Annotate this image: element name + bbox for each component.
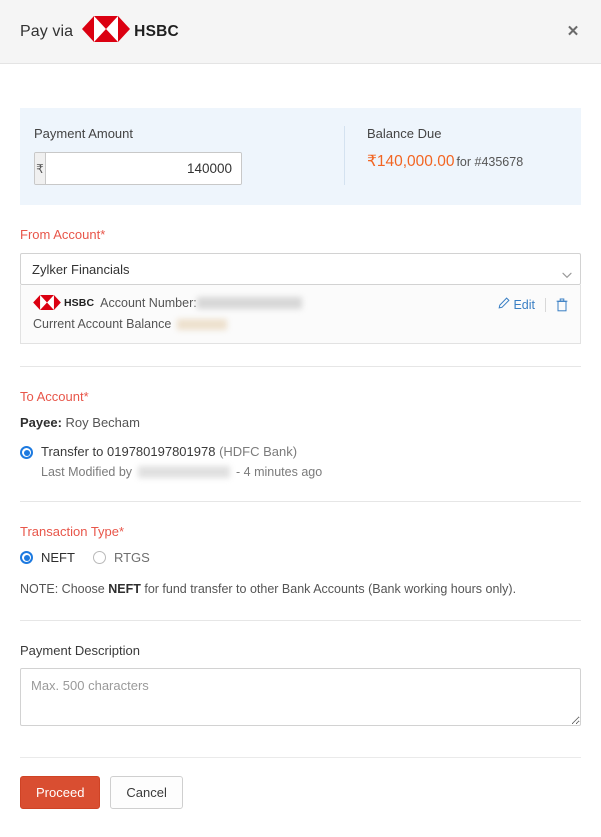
hsbc-brand-lockup: HSBC (82, 16, 179, 47)
last-modified-row: Last Modified by - 4 minutes ago (41, 465, 581, 479)
to-account-section: To Account* Payee: Roy Becham Transfer t… (20, 367, 581, 502)
transaction-type-label: Transaction Type* (20, 524, 125, 539)
balance-due-label: Balance Due (367, 126, 442, 141)
modal-footer: Proceed Cancel (20, 756, 581, 809)
account-balance-row: Current Account Balance (33, 317, 568, 331)
transaction-type-option-neft[interactable]: NEFT (20, 550, 75, 565)
from-account-section: From Account* Zylker Financials HSBC Acc… (20, 205, 581, 367)
transfer-option-row[interactable]: Transfer to 019780197801978 (HDFC Bank) (20, 444, 581, 459)
neft-radio[interactable] (20, 551, 33, 564)
chevron-down-icon (562, 266, 572, 279)
payment-description-section: Payment Description (20, 621, 581, 731)
payee-row: Payee: Roy Becham (20, 415, 581, 430)
transfer-bank-name: (HDFC Bank) (219, 444, 298, 459)
payee-name: Roy Becham (65, 415, 140, 430)
close-icon[interactable]: ✕ (562, 21, 584, 43)
last-modified-user-masked (138, 466, 231, 478)
payment-amount-label: Payment Amount (34, 126, 133, 141)
transaction-type-section: Transaction Type* NEFT RTGS NOTE: Choose… (20, 502, 581, 621)
trash-icon[interactable] (556, 298, 568, 312)
cancel-button[interactable]: Cancel (110, 775, 183, 809)
last-modified-time: - 4 minutes ago (236, 465, 323, 479)
payment-description-label: Payment Description (20, 642, 140, 658)
last-modified-label: Last Modified by (41, 465, 133, 479)
transfer-account-number: 019780197801978 (107, 444, 216, 459)
balance-due-block: Balance Due ₹140,000.00 for #435678 (344, 126, 581, 185)
account-card-actions: Edit (498, 297, 568, 312)
hsbc-wordmark: HSBC (134, 22, 179, 40)
account-number-masked-value (196, 296, 302, 309)
page-title: Pay via (20, 22, 74, 40)
from-account-label: From Account* (20, 227, 106, 242)
rtgs-radio[interactable] (92, 551, 106, 564)
payment-summary-panel: Payment Amount ₹ Balance Due ₹140,000.00… (20, 108, 581, 205)
transaction-type-option-rtgs[interactable]: RTGS (92, 550, 150, 565)
hsbc-hexagon-logo: HSBC (33, 295, 94, 310)
hsbc-wordmark: HSBC (64, 296, 95, 309)
account-number-row: HSBC Account Number: (33, 295, 568, 310)
payment-amount-block: Payment Amount ₹ (20, 126, 344, 185)
from-account-select[interactable]: Zylker Financials (20, 253, 581, 285)
pencil-icon (498, 297, 513, 312)
proceed-button[interactable]: Proceed (20, 775, 101, 809)
payment-amount-input-group: ₹ (34, 152, 242, 185)
note-prefix: NOTE: Choose (20, 582, 109, 596)
edit-account-button[interactable]: Edit (498, 297, 535, 312)
note-highlight: NEFT (108, 582, 141, 596)
account-balance-label: Current Account Balance (33, 317, 172, 331)
account-balance-masked-value (177, 318, 228, 330)
hsbc-hexagon-logo (82, 16, 131, 47)
edit-account-label: Edit (513, 297, 535, 312)
account-number-label: Account Number: (100, 295, 197, 310)
action-divider (545, 297, 546, 312)
transfer-option-body: Transfer to 019780197801978 (HDFC Bank) (41, 444, 297, 459)
payment-modal: Pay via HSBC ✕ Payment Amount ₹ 140000 B… (0, 0, 601, 837)
transfer-destination: Transfer to 019780197801978 (HDFC Bank) (41, 444, 297, 459)
neft-label: NEFT (41, 550, 75, 565)
transfer-prefix: Transfer to (41, 444, 104, 459)
transaction-type-note: NOTE: Choose NEFT for fund transfer to o… (20, 581, 581, 598)
balance-due-amount: ₹140,000.00 (367, 153, 455, 170)
transaction-type-options: NEFT RTGS (20, 550, 581, 565)
modal-body: Payment Amount ₹ Balance Due ₹140,000.00… (0, 108, 601, 809)
rtgs-label: RTGS (113, 550, 150, 565)
from-account-selected-value: Zylker Financials (32, 261, 130, 277)
to-account-label: To Account* (20, 389, 89, 404)
from-account-details-card: HSBC Account Number: Current Account Bal… (20, 285, 581, 344)
balance-due-row: ₹140,000.00 for #435678 (367, 152, 567, 171)
modal-header: Pay via HSBC ✕ (0, 0, 601, 64)
note-suffix: for fund transfer to other Bank Accounts… (140, 582, 517, 596)
rupee-symbol-icon: ₹ (35, 153, 46, 184)
transfer-radio[interactable] (20, 446, 33, 459)
balance-due-reference: for #435678 (456, 155, 524, 169)
payee-label: Payee: (20, 415, 62, 430)
payment-amount-input[interactable] (46, 153, 241, 184)
payment-description-input[interactable] (20, 667, 581, 726)
